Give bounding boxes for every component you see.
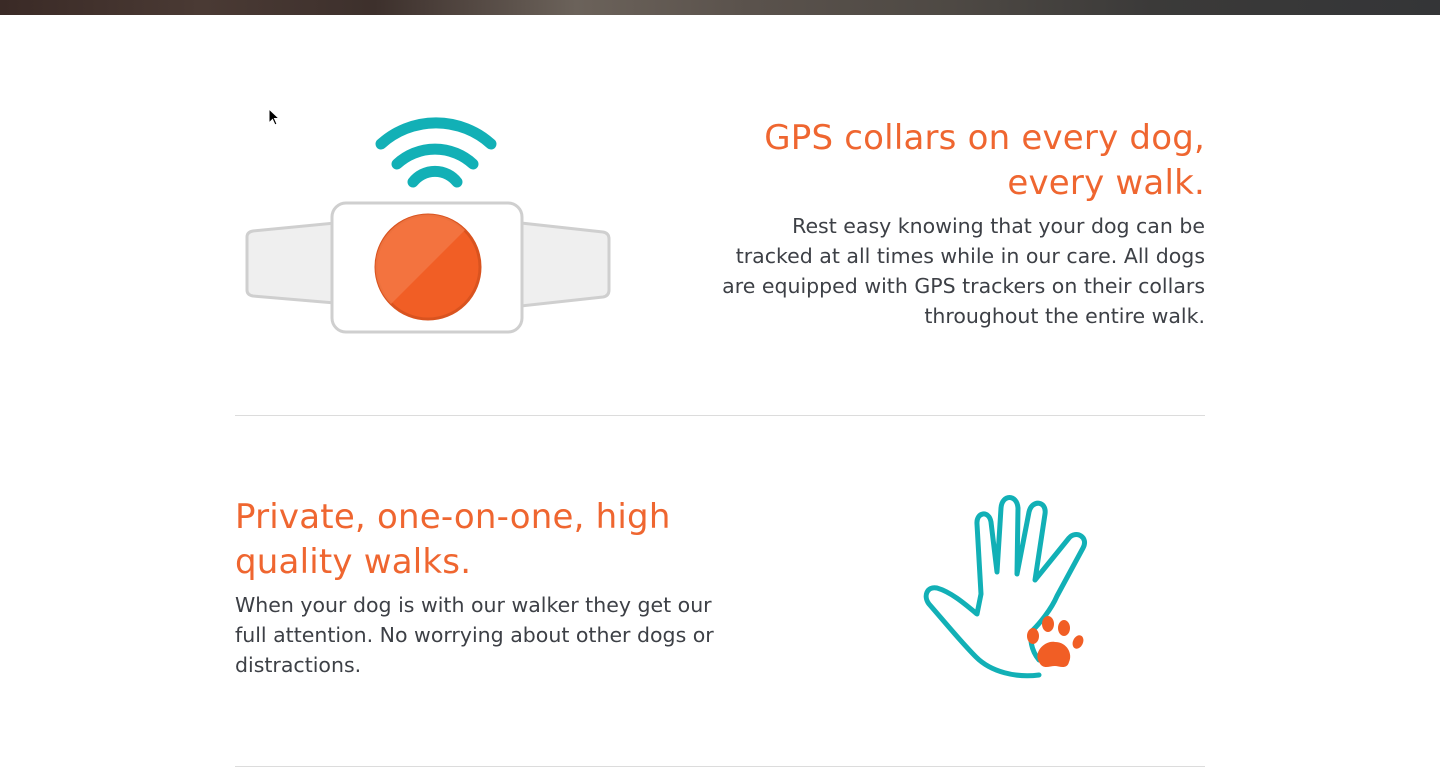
- feature-title-line: GPS collars on every dog,: [764, 118, 1205, 158]
- feature-title: Private, one-on-one, high quality walks.: [235, 495, 735, 585]
- hand-paw-icon: [923, 495, 1087, 679]
- feature-title-line: Private, one-on-one, high: [235, 497, 671, 537]
- feature-description-line: full attention. No worrying about other …: [235, 623, 714, 647]
- hero-image-strip: [0, 0, 1440, 15]
- feature-description-line: are equipped with GPS trackers on their …: [722, 274, 1205, 298]
- feature-description: Rest easy knowing that your dog can be t…: [685, 211, 1205, 331]
- feature-description-line: Rest easy knowing that your dog can be: [792, 214, 1205, 238]
- feature-description-line: tracked at all times while in our care. …: [735, 244, 1205, 268]
- section-divider: [235, 766, 1205, 767]
- feature-gps: GPS collars on every dog, every walk. Re…: [235, 100, 1205, 360]
- gps-collar-icon: [245, 117, 611, 334]
- feature-description-line: distractions.: [235, 653, 362, 677]
- feature-private-walks: Private, one-on-one, high quality walks.…: [235, 470, 1205, 730]
- section-divider: [235, 415, 1205, 416]
- feature-description: When your dog is with our walker they ge…: [235, 590, 735, 680]
- feature-title-line: quality walks.: [235, 542, 472, 582]
- mouse-cursor-icon: [268, 108, 281, 126]
- feature-title: GPS collars on every dog, every walk.: [685, 116, 1205, 206]
- feature-description-line: When your dog is with our walker they ge…: [235, 593, 712, 617]
- feature-title-line: every walk.: [1007, 163, 1205, 203]
- feature-description-line: throughout the entire walk.: [924, 304, 1205, 328]
